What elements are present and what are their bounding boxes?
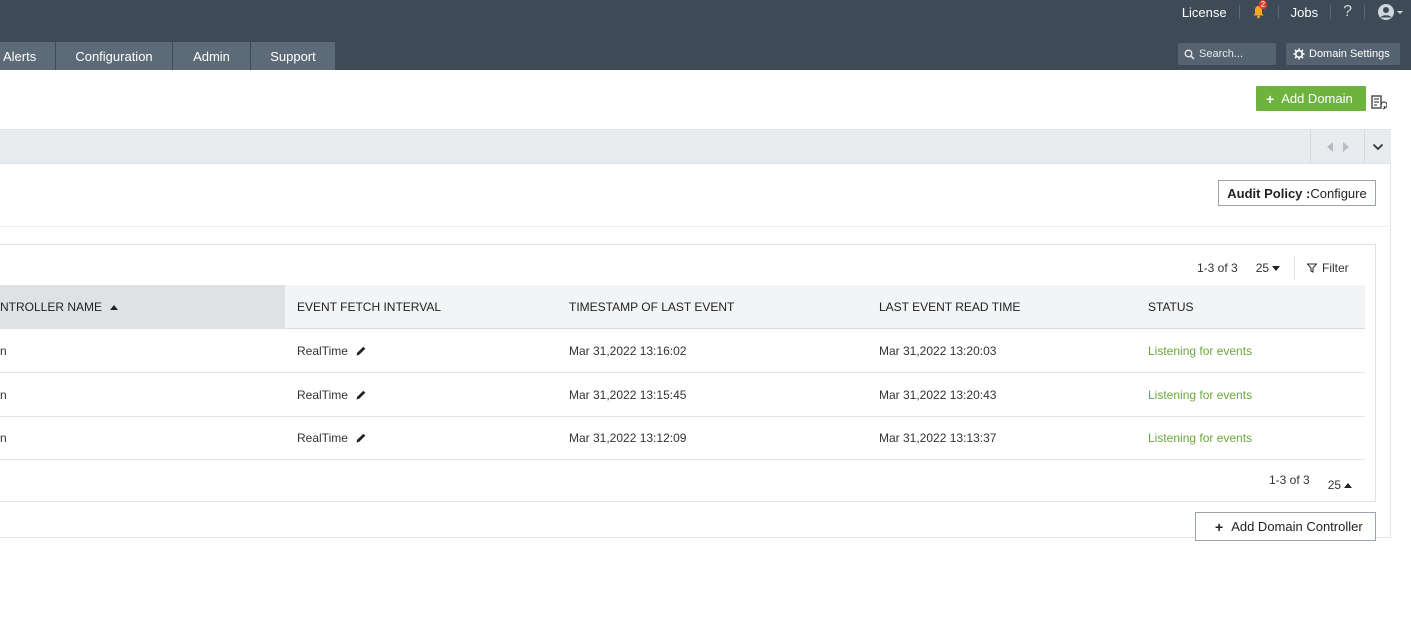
filter-button[interactable]: Filter bbox=[1294, 256, 1349, 280]
fetch-interval-cell: RealTime bbox=[297, 416, 367, 459]
notifications-bell-icon[interactable]: 2 bbox=[1252, 0, 1268, 19]
user-menu[interactable] bbox=[1377, 3, 1405, 21]
read-time-cell: Mar 31,2022 13:20:43 bbox=[879, 387, 997, 402]
dc-name-cell: n bbox=[0, 430, 7, 445]
tab-configuration[interactable]: Configuration bbox=[56, 42, 172, 70]
user-circle-icon bbox=[1378, 4, 1394, 20]
tab-support[interactable]: Support bbox=[251, 42, 335, 70]
collapse-button[interactable] bbox=[1364, 130, 1391, 163]
table-header: NTROLLER NAME EVENT FETCH INTERVAL TIMES… bbox=[0, 285, 1365, 329]
rows-per-page-select[interactable]: 25 bbox=[1255, 261, 1281, 275]
status-cell: Listening for events bbox=[1148, 343, 1253, 358]
gear-icon bbox=[1293, 48, 1305, 60]
search-input[interactable]: Search... bbox=[1178, 43, 1276, 65]
add-domain-label: Add Domain bbox=[1281, 91, 1353, 106]
column-header-timestamp[interactable]: TIMESTAMP OF LAST EVENT bbox=[569, 285, 734, 329]
dc-name-cell: n bbox=[0, 343, 7, 358]
plus-icon: + bbox=[1215, 518, 1224, 535]
rows-per-page-value: 25 bbox=[1255, 261, 1270, 275]
fetch-interval-cell: RealTime bbox=[297, 373, 367, 416]
column-label: NTROLLER NAME bbox=[0, 300, 103, 314]
timestamp-cell: Mar 31,2022 13:12:09 bbox=[569, 430, 687, 445]
top-header: License 2 Jobs ? Alerts Configuration Ad… bbox=[0, 0, 1411, 70]
export-report-icon[interactable] bbox=[1371, 95, 1388, 116]
rows-per-page-select[interactable]: 25 bbox=[1327, 478, 1353, 492]
audit-policy-label: Audit Policy : bbox=[1227, 185, 1311, 201]
sort-ascending-icon bbox=[110, 304, 119, 310]
read-time-cell: Mar 31,2022 13:13:37 bbox=[879, 430, 997, 445]
license-link[interactable]: License bbox=[1182, 5, 1227, 20]
configure-label: Configure bbox=[1310, 185, 1367, 201]
read-time-cell: Mar 31,2022 13:20:03 bbox=[879, 343, 997, 358]
caret-down-icon bbox=[1272, 265, 1281, 271]
jobs-link[interactable]: Jobs bbox=[1291, 5, 1318, 20]
help-icon[interactable]: ? bbox=[1343, 3, 1352, 21]
tab-alerts[interactable]: Alerts bbox=[0, 42, 55, 70]
rows-per-page-value: 25 bbox=[1327, 478, 1342, 492]
table-row: n RealTime Mar 31,2022 13:12:09 Mar 31,2… bbox=[0, 416, 1365, 460]
panel-navigation bbox=[1310, 130, 1364, 163]
column-header-event-fetch-interval[interactable]: EVENT FETCH INTERVAL bbox=[297, 285, 441, 329]
separator bbox=[1277, 5, 1279, 19]
timestamp-cell: Mar 31,2022 13:16:02 bbox=[569, 343, 687, 358]
add-domain-button[interactable]: + Add Domain bbox=[1256, 86, 1366, 111]
search-placeholder: Search... bbox=[1199, 48, 1244, 60]
header-utilities: License 2 Jobs ? bbox=[1182, 0, 1411, 24]
plus-icon: + bbox=[1266, 90, 1275, 107]
table-row: n RealTime Mar 31,2022 13:15:45 Mar 31,2… bbox=[0, 373, 1365, 417]
audit-policy-configure-button[interactable]: Audit Policy : Configure bbox=[1218, 180, 1376, 206]
fetch-interval-value: RealTime bbox=[297, 430, 348, 445]
tab-admin[interactable]: Admin bbox=[173, 42, 250, 70]
search-icon bbox=[1184, 49, 1195, 60]
fetch-interval-value: RealTime bbox=[297, 343, 348, 358]
column-header-status[interactable]: STATUS bbox=[1148, 285, 1194, 329]
notification-badge: 2 bbox=[1258, 0, 1268, 9]
chevron-down-icon bbox=[1397, 11, 1403, 14]
pager-bottom: 1-3 of 3 25 bbox=[1269, 473, 1353, 492]
separator bbox=[1238, 5, 1240, 19]
divider bbox=[0, 226, 1391, 227]
main-nav: Alerts Configuration Admin Support bbox=[0, 42, 336, 70]
edit-pencil-icon[interactable] bbox=[355, 432, 367, 444]
column-header-dc-name[interactable]: NTROLLER NAME bbox=[0, 285, 285, 329]
fetch-interval-value: RealTime bbox=[297, 387, 348, 402]
pager-top: 1-3 of 3 25 bbox=[1197, 261, 1281, 275]
timestamp-cell: Mar 31,2022 13:15:45 bbox=[569, 387, 687, 402]
pager-range: 1-3 of 3 bbox=[1197, 261, 1238, 275]
filter-icon bbox=[1307, 263, 1317, 273]
add-domain-controller-button[interactable]: + Add Domain Controller bbox=[1195, 512, 1376, 541]
arrow-right-icon[interactable] bbox=[1342, 141, 1350, 153]
domain-settings-label: Domain Settings bbox=[1309, 48, 1390, 60]
domain-panel-header bbox=[0, 129, 1391, 164]
pager-range: 1-3 of 3 bbox=[1269, 473, 1310, 487]
separator bbox=[1364, 5, 1365, 19]
status-cell: Listening for events bbox=[1148, 387, 1253, 402]
add-domain-controller-label: Add Domain Controller bbox=[1231, 519, 1363, 534]
dc-name-cell: n bbox=[0, 387, 7, 402]
edit-pencil-icon[interactable] bbox=[355, 389, 367, 401]
fetch-interval-cell: RealTime bbox=[297, 329, 367, 372]
domain-settings-button[interactable]: Domain Settings bbox=[1286, 43, 1400, 65]
edit-pencil-icon[interactable] bbox=[355, 345, 367, 357]
filter-label: Filter bbox=[1322, 261, 1349, 275]
caret-up-icon bbox=[1344, 482, 1353, 488]
table-row: n RealTime Mar 31,2022 13:16:02 Mar 31,2… bbox=[0, 329, 1365, 373]
column-header-read-time[interactable]: LAST EVENT READ TIME bbox=[879, 285, 1020, 329]
status-cell: Listening for events bbox=[1148, 430, 1253, 445]
arrow-left-icon[interactable] bbox=[1326, 141, 1334, 153]
separator bbox=[1330, 5, 1332, 19]
chevron-down-icon bbox=[1372, 143, 1384, 150]
